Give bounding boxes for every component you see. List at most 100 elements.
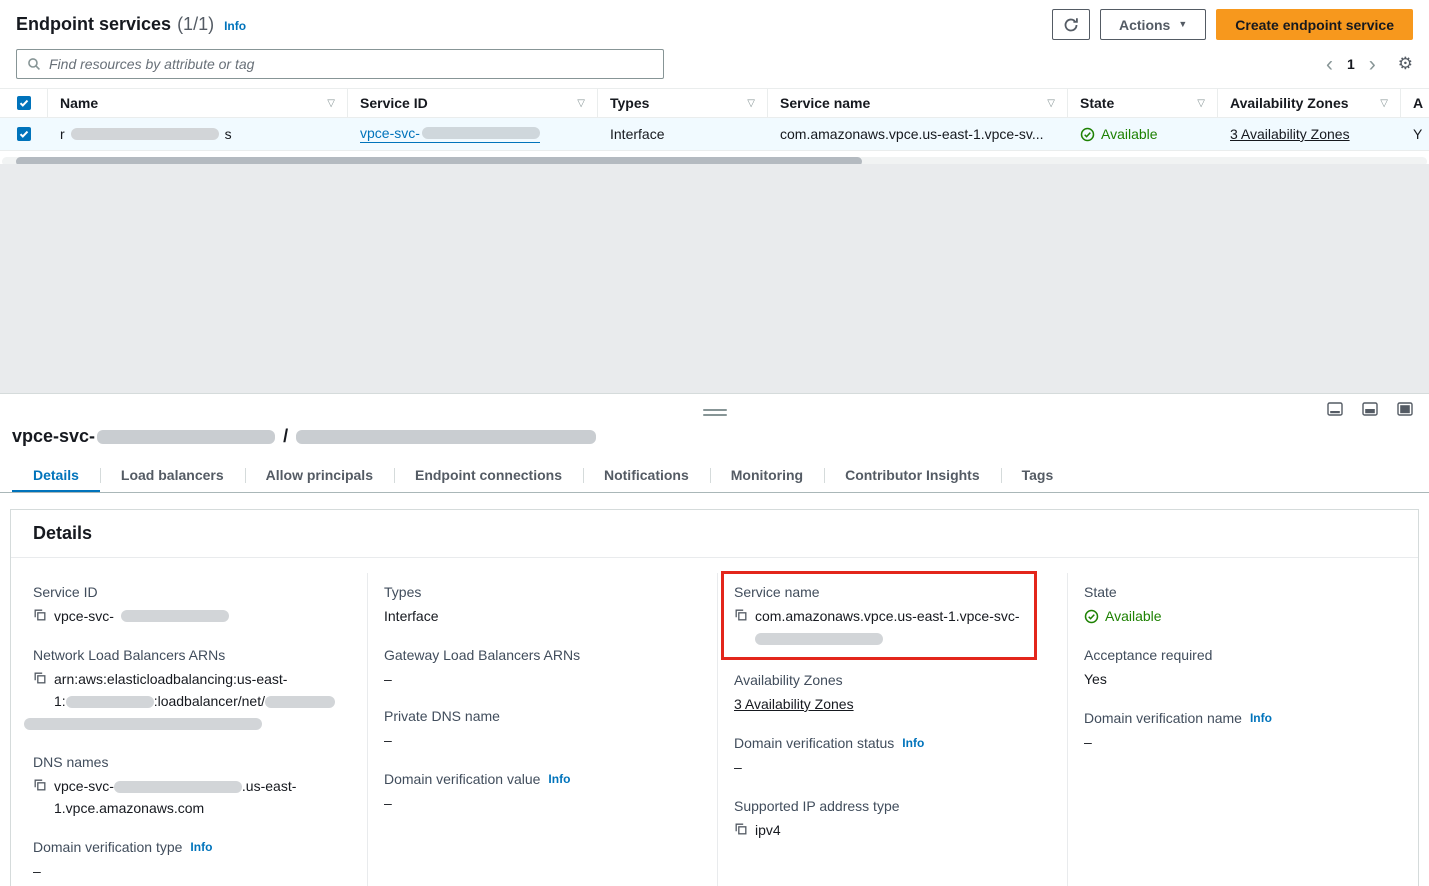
page-title: Endpoint services (1/1) Info (16, 14, 246, 35)
service-id-link[interactable]: vpce-svc- (360, 125, 540, 143)
actions-label: Actions (1119, 17, 1170, 33)
column-header-availability-zones[interactable]: Availability Zones ▽ (1218, 89, 1401, 117)
row-clipped-cell: Y (1401, 126, 1429, 142)
details-card: Details Service ID vpce-svc- Network Loa… (10, 509, 1419, 886)
resource-count: (1/1) (177, 14, 214, 35)
panel-position-full-icon[interactable] (1397, 402, 1413, 416)
field-nlb-arns: Network Load Balancers ARNs arn:aws:elas… (33, 645, 351, 734)
copy-icon[interactable] (33, 671, 47, 685)
redacted-text (422, 127, 540, 139)
next-page-icon[interactable]: › (1369, 54, 1376, 75)
filter-icon[interactable]: ▽ (577, 98, 585, 109)
page-header: Endpoint services (1/1) Info Actions ▼ C… (0, 0, 1429, 44)
split-pane-drag-handle[interactable] (703, 409, 727, 416)
availability-zones-link[interactable]: 3 Availability Zones (1230, 126, 1350, 142)
filter-icon[interactable]: ▽ (327, 98, 335, 109)
column-label: Service name (780, 95, 870, 111)
tab-endpoint-connections[interactable]: Endpoint connections (394, 459, 583, 492)
column-header-types[interactable]: Types ▽ (598, 89, 768, 117)
field-value-text: – (384, 792, 392, 814)
column-header-state[interactable]: State ▽ (1068, 89, 1218, 117)
field-value-text: vpce-svc- (54, 605, 114, 627)
column-header-service-name[interactable]: Service name ▽ (768, 89, 1068, 117)
tab-allow-principals[interactable]: Allow principals (245, 459, 394, 492)
column-label: Name (60, 95, 98, 111)
redacted-text (24, 718, 262, 730)
filter-icon[interactable]: ▽ (1047, 98, 1055, 109)
row-name-cell: r s (48, 126, 348, 142)
search-box[interactable] (16, 49, 664, 79)
field-label: Acceptance required (1084, 645, 1402, 665)
prev-page-icon[interactable]: ‹ (1326, 54, 1333, 75)
tab-contributor-insights[interactable]: Contributor Insights (824, 459, 1001, 492)
tab-load-balancers[interactable]: Load balancers (100, 459, 245, 492)
field-types: Types Interface (384, 582, 701, 627)
check-circle-icon (1080, 127, 1095, 142)
field-availability-zones: Availability Zones 3 Availability Zones (734, 670, 1051, 715)
copy-icon[interactable] (734, 608, 748, 622)
redacted-text (755, 633, 883, 645)
info-link[interactable]: Info (902, 733, 924, 753)
name-fragment: r (60, 126, 65, 142)
actions-button[interactable]: Actions ▼ (1100, 9, 1206, 40)
refresh-button[interactable] (1052, 9, 1090, 40)
column-label: Availability Zones (1230, 95, 1349, 111)
state-text: Available (1105, 605, 1162, 627)
settings-gear-icon[interactable]: ⚙ (1398, 54, 1413, 74)
panel-position-split-icon[interactable] (1362, 402, 1378, 416)
field-value-text: :loadbalancer/net/ (154, 693, 265, 709)
details-column-2: Types Interface Gateway Load Balancers A… (367, 573, 717, 886)
search-input[interactable] (49, 56, 653, 72)
filter-icon[interactable]: ▽ (747, 98, 755, 109)
table-row[interactable]: r s vpce-svc- Interface com.amazonaws.vp… (0, 118, 1429, 151)
field-label: Availability Zones (734, 670, 1051, 690)
info-link[interactable]: Info (548, 769, 570, 789)
copy-icon[interactable] (734, 822, 748, 836)
service-id-text: vpce-svc- (360, 125, 420, 141)
current-page[interactable]: 1 (1347, 56, 1355, 72)
field-value-text: Yes (1084, 668, 1107, 690)
check-icon (19, 98, 29, 108)
column-header-service-id[interactable]: Service ID ▽ (348, 89, 598, 117)
select-all-checkbox[interactable] (17, 96, 31, 110)
horizontal-scrollbar[interactable] (2, 157, 1427, 164)
field-label: Service ID (33, 582, 351, 602)
field-label: Supported IP address type (734, 796, 1051, 816)
redacted-text (121, 610, 229, 622)
availability-zones-link[interactable]: 3 Availability Zones (734, 693, 854, 715)
check-icon (19, 129, 29, 139)
scrollbar-thumb[interactable] (16, 157, 862, 164)
details-card-body: Service ID vpce-svc- Network Load Balanc… (11, 558, 1418, 886)
field-value-text: – (384, 729, 392, 751)
tab-tags[interactable]: Tags (1001, 459, 1075, 492)
row-types-cell: Interface (598, 126, 768, 142)
row-service-name-cell: com.amazonaws.vpce.us-east-1.vpce-sv... (768, 126, 1068, 142)
row-checkbox[interactable] (17, 127, 31, 141)
copy-icon[interactable] (33, 778, 47, 792)
field-label: Service name (734, 582, 1024, 602)
name-fragment: s (225, 126, 232, 142)
info-link[interactable]: Info (1250, 708, 1272, 728)
tab-monitoring[interactable]: Monitoring (710, 459, 824, 492)
field-value-text: com.amazonaws.vpce.us-east-1.vpce-svc- (755, 608, 1020, 624)
refresh-icon (1063, 17, 1079, 33)
filter-icon[interactable]: ▽ (1380, 98, 1388, 109)
copy-icon[interactable] (33, 608, 47, 622)
info-link[interactable]: Info (190, 837, 212, 857)
column-header-name[interactable]: Name ▽ (48, 89, 348, 117)
create-endpoint-service-button[interactable]: Create endpoint service (1216, 9, 1413, 40)
filter-icon[interactable]: ▽ (1197, 98, 1205, 109)
info-link[interactable]: Info (224, 19, 246, 33)
field-label: Private DNS name (384, 706, 701, 726)
panel-position-bottom-icon[interactable] (1327, 402, 1343, 416)
tab-details[interactable]: Details (12, 459, 100, 492)
field-domain-verification-value: Domain verification value Info – (384, 769, 701, 814)
column-label: State (1080, 95, 1114, 111)
column-label: Service ID (360, 95, 428, 111)
field-value-text: arn:aws:elasticloadbalancing:us-east- (54, 671, 287, 687)
field-value-text: – (33, 860, 41, 882)
field-value-lines: com.amazonaws.vpce.us-east-1.vpce-svc- (755, 605, 1020, 649)
detail-tabs: Details Load balancers Allow principals … (0, 459, 1429, 493)
detail-title-separator: / (283, 426, 288, 447)
tab-notifications[interactable]: Notifications (583, 459, 710, 492)
